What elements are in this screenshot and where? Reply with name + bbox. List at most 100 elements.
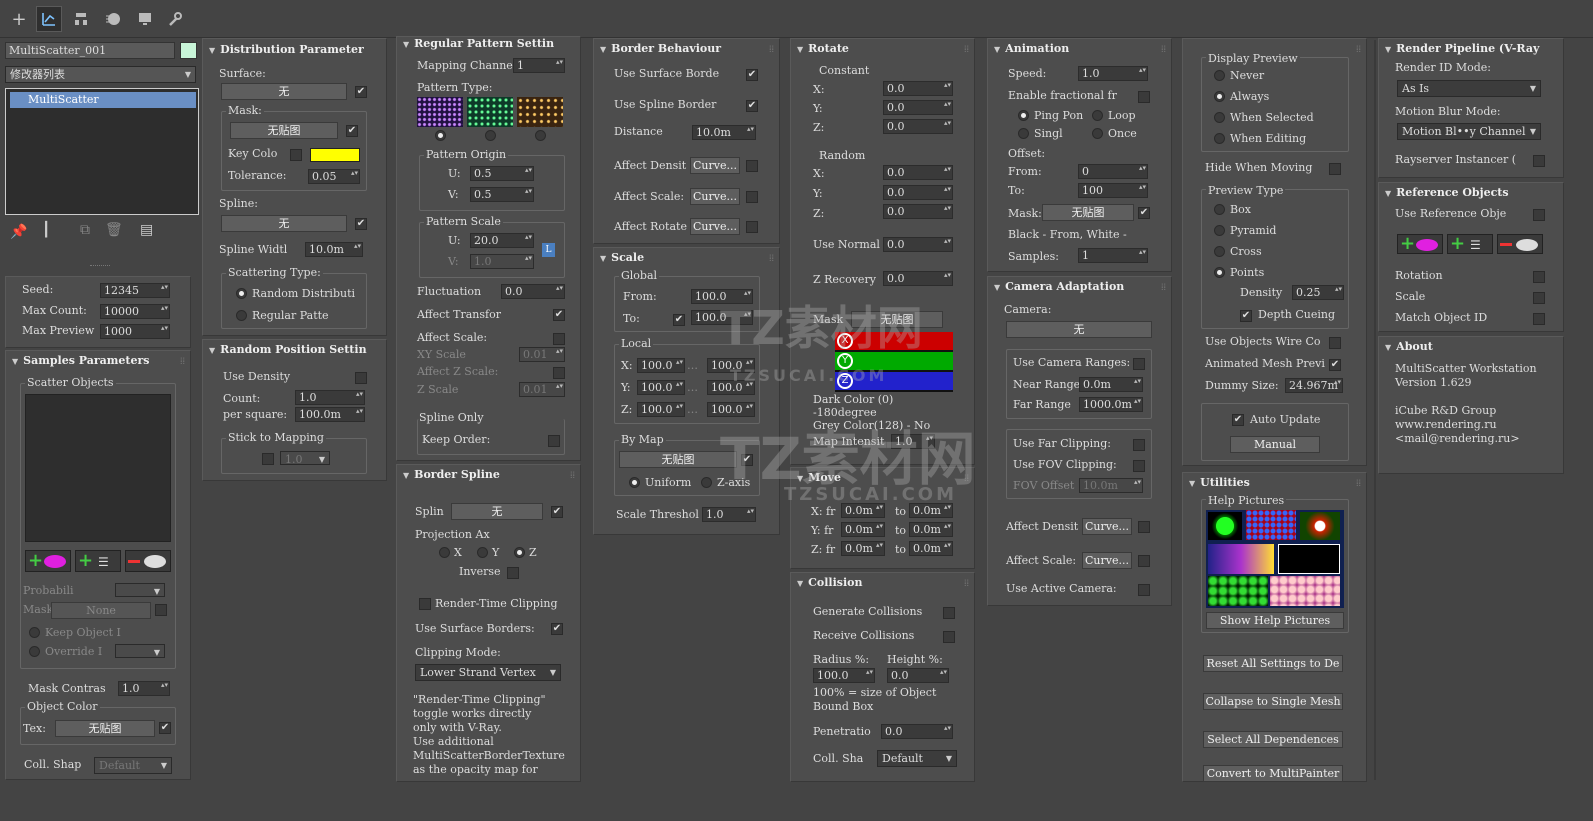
near-range-spinner[interactable]: 0.0m [1079, 377, 1143, 392]
local-x-to-spinner[interactable]: 100.0 [707, 358, 755, 373]
cross-radio[interactable] [1214, 246, 1225, 257]
scale-u-spinner[interactable]: 20.0 [470, 233, 534, 248]
scale-to-checkbox[interactable]: ✔ [673, 314, 685, 326]
local-y-from-spinner[interactable]: 100.0 [637, 380, 685, 395]
local-z-from-spinner[interactable]: 100.0 [637, 402, 685, 417]
box-radio[interactable] [1214, 204, 1225, 215]
z-axis-radio[interactable] [701, 477, 712, 488]
use-surface-borders-checkbox[interactable]: ✔ [551, 623, 563, 635]
utilities-wrench-icon[interactable] [162, 6, 188, 32]
receive-collisions-checkbox[interactable] [943, 631, 955, 643]
xy-scale-spinner[interactable]: 0.01 [519, 347, 565, 362]
max-preview-spinner[interactable]: 1000 [100, 324, 170, 339]
animated-mesh-checkbox[interactable]: ✔ [1329, 359, 1341, 371]
regular-pattern-header[interactable]: ▼ Regular Pattern Settin [403, 37, 554, 50]
random-position-header[interactable]: ▼ Random Position Settin [209, 343, 367, 356]
utilities-header[interactable]: ▼ Utilities [1189, 476, 1250, 489]
key-color-checkbox[interactable] [290, 149, 302, 161]
max-count-spinner[interactable]: 10000 [100, 304, 170, 319]
use-density-checkbox[interactable] [355, 372, 367, 384]
map-intensity-spinner[interactable]: 1.0 [891, 434, 935, 449]
use-camera-ranges-checkbox[interactable] [1133, 358, 1145, 370]
constant-x-spinner[interactable]: 0.0 [883, 81, 953, 96]
scale-by-map-button[interactable]: 无贴图 [619, 451, 737, 468]
affect-z-scale-checkbox[interactable] [553, 367, 565, 379]
keep-order-checkbox[interactable] [548, 435, 560, 447]
single-radio[interactable] [1018, 128, 1029, 139]
pin-stack-icon[interactable]: 📌 [10, 224, 27, 240]
rotate-header[interactable]: ▼ Rotate [797, 42, 849, 55]
scale-lock-button[interactable]: L [542, 243, 555, 257]
rayserver-instancer-checkbox[interactable] [1533, 155, 1545, 167]
auto-update-checkbox[interactable]: ✔ [1232, 414, 1244, 426]
height-spinner[interactable]: 0.0 [887, 668, 949, 683]
scale-curve-button[interactable]: Curve... [690, 188, 740, 205]
resize-grip[interactable] [90, 265, 110, 269]
camera-density-curve-button[interactable]: Curve... [1082, 518, 1132, 535]
bb-affect-scale-checkbox[interactable] [746, 191, 758, 203]
animation-mask-checkbox[interactable]: ✔ [1138, 207, 1150, 219]
scale-header[interactable]: ▼ Scale [600, 251, 644, 264]
border-spline-header[interactable]: ▼ Border Spline [403, 468, 500, 481]
seed-spinner[interactable]: 12345 [100, 283, 170, 298]
keep-object-radio[interactable] [29, 627, 40, 638]
manual-update-button[interactable]: Manual [1230, 436, 1320, 453]
always-radio[interactable] [1214, 91, 1225, 102]
random-distribution-radio[interactable] [236, 288, 247, 299]
convert-to-multipainter-button[interactable]: Convert to MultiPainter [1203, 765, 1343, 782]
scale-threshold-spinner[interactable]: 1.0 [702, 507, 756, 522]
random-y-spinner[interactable]: 0.0 [883, 185, 953, 200]
use-active-camera-checkbox[interactable] [1138, 584, 1150, 596]
reference-rotation-checkbox[interactable] [1533, 271, 1545, 283]
when-selected-radio[interactable] [1214, 112, 1225, 123]
move-header[interactable]: ▼ Move [797, 471, 841, 484]
camera-scale-curve-button[interactable]: Curve... [1082, 552, 1132, 569]
add-reference-teapot-icon[interactable]: + [1397, 234, 1443, 254]
override-radio[interactable] [29, 646, 40, 657]
hierarchy-icon[interactable] [68, 6, 94, 32]
scale-from-spinner[interactable]: 100.0 [691, 289, 753, 304]
scale-to-spinner[interactable]: 100.0 [691, 310, 753, 325]
spline-pick-button[interactable]: 无 [221, 215, 347, 232]
constant-z-spinner[interactable]: 0.0 [883, 119, 953, 134]
distance-spinner[interactable]: 10.0m [692, 125, 756, 140]
add-object-list-icon[interactable]: + ☰ [75, 550, 121, 572]
pattern-type-2-radio[interactable] [485, 130, 496, 141]
generate-collisions-checkbox[interactable] [943, 607, 955, 619]
distribution-mask-checkbox[interactable]: ✔ [346, 125, 358, 137]
show-end-result-icon[interactable]: ┃ [42, 222, 50, 238]
show-help-pictures-button[interactable]: Show Help Pictures [1206, 612, 1344, 629]
density-curve-button[interactable]: Curve... [690, 157, 740, 174]
speed-spinner[interactable]: 1.0 [1078, 66, 1148, 81]
constant-y-spinner[interactable]: 0.0 [883, 100, 953, 115]
points-radio[interactable] [1214, 267, 1225, 278]
stick-to-mapping-checkbox[interactable] [262, 453, 274, 465]
clipping-mode-dropdown[interactable]: Lower Strand Vertex [415, 664, 561, 681]
affect-rotate-checkbox[interactable] [746, 221, 758, 233]
regular-pattern-radio[interactable] [236, 310, 247, 321]
sample-mask-button[interactable]: None [51, 602, 151, 619]
pattern-type-1-radio[interactable] [435, 130, 446, 141]
pattern-grid-thumbnail[interactable] [417, 97, 463, 127]
sample-mask-checkbox[interactable] [155, 604, 167, 616]
add-object-teapot-icon[interactable]: + [25, 550, 71, 572]
match-object-id-checkbox[interactable] [1533, 313, 1545, 325]
add-reference-list-icon[interactable]: + ☰ [1447, 234, 1493, 254]
tolerance-spinner[interactable]: 0.05 [308, 169, 360, 184]
spline-width-spinner[interactable]: 10.0m [305, 242, 363, 257]
coll-shape-dropdown[interactable]: Default [94, 757, 172, 774]
uniform-radio[interactable] [629, 477, 640, 488]
loop-radio[interactable] [1092, 110, 1103, 121]
depth-cueing-checkbox[interactable]: ✔ [1240, 310, 1252, 322]
make-unique-icon[interactable]: ⧉ [80, 222, 90, 238]
create-plus-icon[interactable]: + [6, 6, 32, 32]
display-icon[interactable] [132, 6, 158, 32]
origin-v-spinner[interactable]: 0.5 [470, 187, 534, 202]
use-normal-spinner[interactable]: 0.0 [883, 237, 953, 252]
animation-mask-button[interactable]: 无贴图 [1042, 204, 1134, 221]
probability-spinner[interactable] [115, 583, 165, 597]
z-recovery-spinner[interactable]: 0.0 [883, 271, 953, 286]
tex-map-button[interactable]: 无贴图 [55, 720, 155, 737]
use-far-clipping-checkbox[interactable] [1133, 439, 1145, 451]
scale-v-spinner[interactable]: 1.0 [470, 254, 534, 269]
